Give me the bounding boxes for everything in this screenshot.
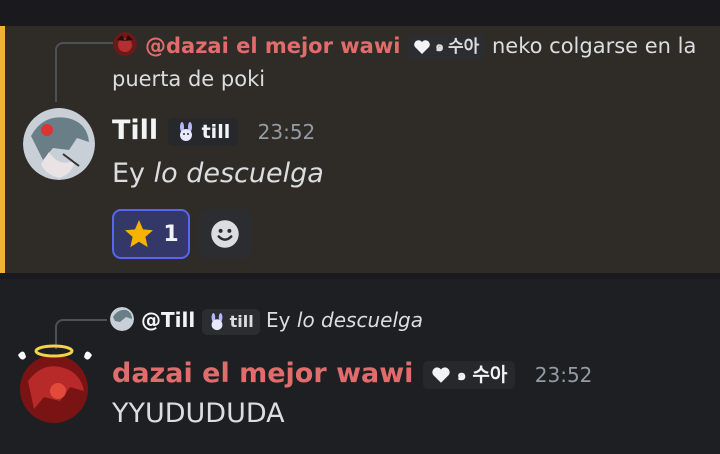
author-tag[interactable]: till: [167, 117, 239, 146]
reply-text-line2: puerta de poki: [112, 67, 266, 91]
message-text-plain: Ey: [112, 158, 154, 189]
author-avatar[interactable]: [14, 341, 96, 423]
reply-text-line1: neko colgarse en la: [492, 34, 697, 58]
message-text-italic: lo descuelga: [153, 158, 324, 189]
author-header: dazai el mejor wawi ๑ 수아 23:52: [112, 357, 592, 392]
reply-mention[interactable]: @Till: [141, 308, 195, 332]
message[interactable]: @Till till Ey lo descuelga dazai el mejo…: [0, 279, 720, 454]
reply-preview[interactable]: @Till till Ey lo descuelga: [141, 305, 423, 335]
author-avatar[interactable]: [23, 108, 95, 180]
star-icon: [125, 220, 154, 248]
author-header: Till till 23:52: [112, 114, 315, 149]
author-tag-text: till: [201, 120, 231, 143]
reply-text-plain: Ey: [266, 308, 297, 332]
reply-user-tag: till: [201, 308, 260, 335]
reaction-count: 1: [163, 221, 179, 247]
reply-user-tag-text: 수아: [448, 37, 480, 57]
reply-preview[interactable]: @dazai el mejor wawi ๑ 수아 neko colgarse …: [145, 31, 696, 61]
timestamp[interactable]: 23:52: [535, 363, 593, 387]
author-name[interactable]: dazai el mejor wawi: [112, 358, 413, 389]
heart-icon: [432, 366, 450, 383]
message-content: YYUDUDUDA: [112, 398, 285, 429]
reply-mention[interactable]: @dazai el mejor wawi: [145, 34, 400, 58]
smiley-icon: [211, 220, 239, 248]
bunny-icon: [179, 121, 192, 141]
reply-text-italic: lo descuelga: [296, 308, 423, 332]
author-tag-text: 수아: [472, 363, 508, 386]
spiral-glyph: ๑: [456, 365, 467, 384]
heart-icon: [414, 40, 430, 54]
reaction-star[interactable]: 1: [112, 209, 190, 259]
message-content: Ey lo descuelga: [112, 157, 324, 191]
previous-message-area: [0, 0, 720, 26]
reply-user-tag: ๑ 수아: [407, 34, 486, 60]
reply-user-tag-text: till: [229, 311, 254, 331]
message-highlighted[interactable]: @dazai el mejor wawi ๑ 수아 neko colgarse …: [0, 26, 720, 273]
timestamp[interactable]: 23:52: [258, 120, 316, 144]
spiral-glyph: ๑: [435, 39, 445, 55]
bunny-icon: [211, 312, 222, 330]
add-reaction-button[interactable]: [198, 209, 252, 259]
author-tag[interactable]: ๑ 수아: [422, 360, 516, 389]
reply-avatar[interactable]: [110, 307, 134, 331]
reply-avatar[interactable]: [113, 32, 137, 56]
author-name[interactable]: Till: [112, 115, 158, 146]
reply-spine: [55, 42, 113, 102]
